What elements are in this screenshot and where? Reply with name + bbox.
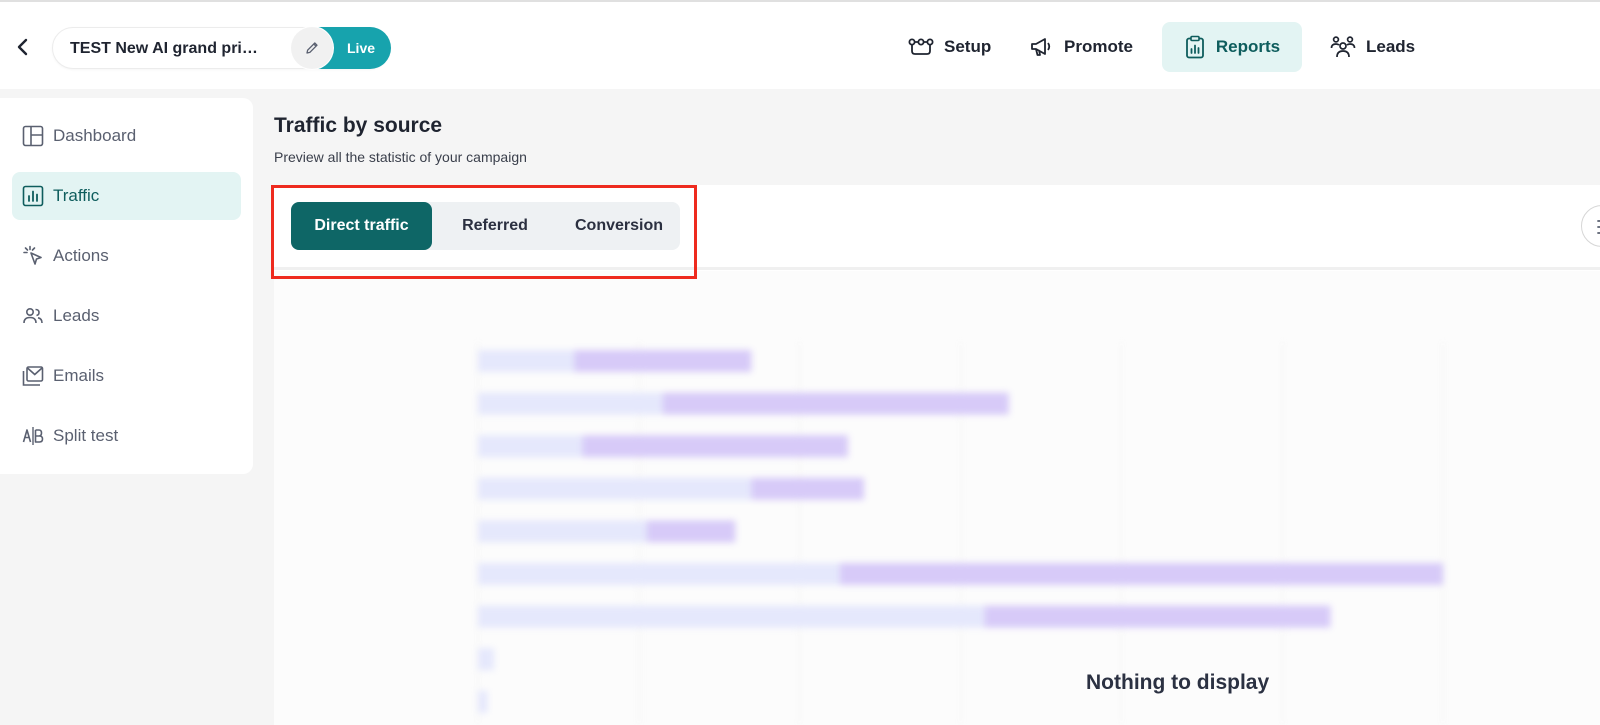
nav-promote-label: Promote [1064,37,1133,56]
sidebar-item-label: Emails [53,366,105,385]
chart-bar [478,350,575,372]
ab-icon [22,425,44,447]
clipboard-chart-icon [1185,35,1204,59]
edit-button[interactable] [291,27,333,69]
nav-promote[interactable]: Promote [1010,22,1153,72]
chart-bar [582,435,848,458]
tab-referred[interactable]: Referred [432,202,558,250]
sidebar-item-label: Traffic [53,186,100,205]
people-icon [1330,36,1356,58]
card-divider [274,267,1600,270]
megaphone-icon [1031,38,1051,56]
nav-setup[interactable]: Setup [888,22,1011,72]
chart-bar [478,435,583,458]
chart-bar [478,690,488,713]
sidebar: Dashboard Traffic Actions Leads Emails S… [0,98,253,474]
chart-bar [478,648,495,671]
sidebar-item-traffic[interactable]: Traffic [12,172,241,220]
dashboard-icon [22,125,44,147]
sidebar-item-split-test[interactable]: Split test [12,412,241,460]
sidebar-item-label: Dashboard [53,126,137,145]
campaign-name[interactable]: TEST New AI grand pri… [70,40,258,58]
empty-state-message: Nothing to display [1086,671,1270,694]
chart-canvas [477,341,1444,725]
chart-bar [662,392,1009,415]
chart-bar [478,392,663,415]
chevron-left-icon [17,38,28,56]
campaign-pill: TEST New AI grand pri… Live [52,27,391,69]
menu-button[interactable] [1581,205,1600,247]
chart-bar [751,477,865,500]
live-toggle[interactable]: Live [291,27,391,69]
sidebar-item-label: Leads [53,306,100,325]
page-title: Traffic by source [274,114,443,137]
sidebar-item-label: Actions [53,246,109,265]
sidebar-item-label: Split test [53,426,119,445]
sidebar-item-leads[interactable]: Leads [12,292,241,340]
back-button[interactable] [12,36,32,58]
traffic-card: Direct traffic Referred Conversion Nothi… [274,185,1600,725]
menu-icon [1597,220,1600,234]
sidebar-item-emails[interactable]: Emails [12,352,241,400]
chart-bar [839,563,1444,585]
chart-bar [646,520,736,543]
live-status-label: Live [347,40,376,56]
top-bar: TEST New AI grand pri… Live Setup Promot… [0,0,1600,89]
page-subtitle: Preview all the statistic of your campai… [274,149,527,165]
chart-bar [478,563,840,585]
nav-setup-label: Setup [944,37,992,56]
chart-bar [574,350,752,372]
chart-bar [478,605,985,628]
nav-leads[interactable]: Leads [1310,22,1435,72]
chart-bar [478,477,752,500]
mail-icon [22,365,44,387]
bar-chart-icon [22,185,44,207]
traffic-tabs: Direct traffic Referred Conversion [291,202,680,250]
tab-conversion[interactable]: Conversion [558,202,680,250]
tab-direct-traffic[interactable]: Direct traffic [291,202,432,250]
nav-reports-label: Reports [1215,37,1281,56]
chart-bar [984,605,1331,628]
nav-reports[interactable]: Reports [1162,22,1302,72]
traffic-chart: Nothing to display [274,271,1600,725]
setup-icon [908,38,934,55]
click-icon [22,245,44,267]
chart-bar [478,520,647,543]
sidebar-item-dashboard[interactable]: Dashboard [12,112,241,160]
people-icon [22,305,44,327]
pencil-icon [306,42,318,54]
nav-leads-label: Leads [1366,37,1416,56]
sidebar-item-actions[interactable]: Actions [12,232,241,280]
